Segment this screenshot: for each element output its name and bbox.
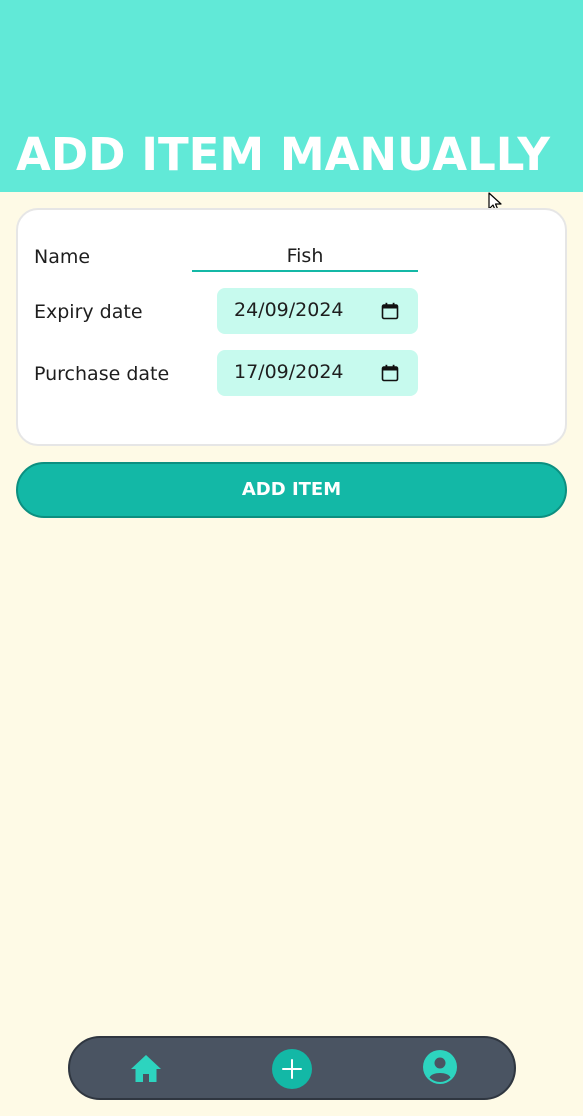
bottom-navigation bbox=[68, 1036, 516, 1100]
name-label: Name bbox=[34, 246, 91, 268]
home-icon bbox=[131, 1055, 161, 1082]
nav-home[interactable] bbox=[127, 1050, 165, 1088]
app-header: ADD ITEM MANUALLY bbox=[0, 0, 583, 192]
name-input[interactable]: Fish bbox=[192, 242, 418, 272]
purchase-date-label: Purchase date bbox=[34, 363, 170, 385]
page-title: ADD ITEM MANUALLY bbox=[16, 128, 551, 181]
add-item-button[interactable]: ADD ITEM bbox=[16, 462, 567, 518]
calendar-icon[interactable] bbox=[381, 364, 399, 382]
purchase-date-input[interactable]: 17/09/2024 bbox=[217, 350, 418, 396]
nav-add[interactable] bbox=[271, 1048, 313, 1090]
add-icon bbox=[272, 1049, 312, 1089]
purchase-date-value: 17/09/2024 bbox=[234, 361, 344, 383]
expiry-date-value: 24/09/2024 bbox=[234, 299, 344, 321]
profile-icon bbox=[423, 1050, 457, 1084]
nav-profile[interactable] bbox=[422, 1049, 458, 1085]
expiry-date-label: Expiry date bbox=[34, 301, 143, 323]
item-form-card: Name Fish Expiry date 24/09/2024 Purchas… bbox=[16, 208, 567, 446]
expiry-date-input[interactable]: 24/09/2024 bbox=[217, 288, 418, 334]
calendar-icon[interactable] bbox=[381, 302, 399, 320]
